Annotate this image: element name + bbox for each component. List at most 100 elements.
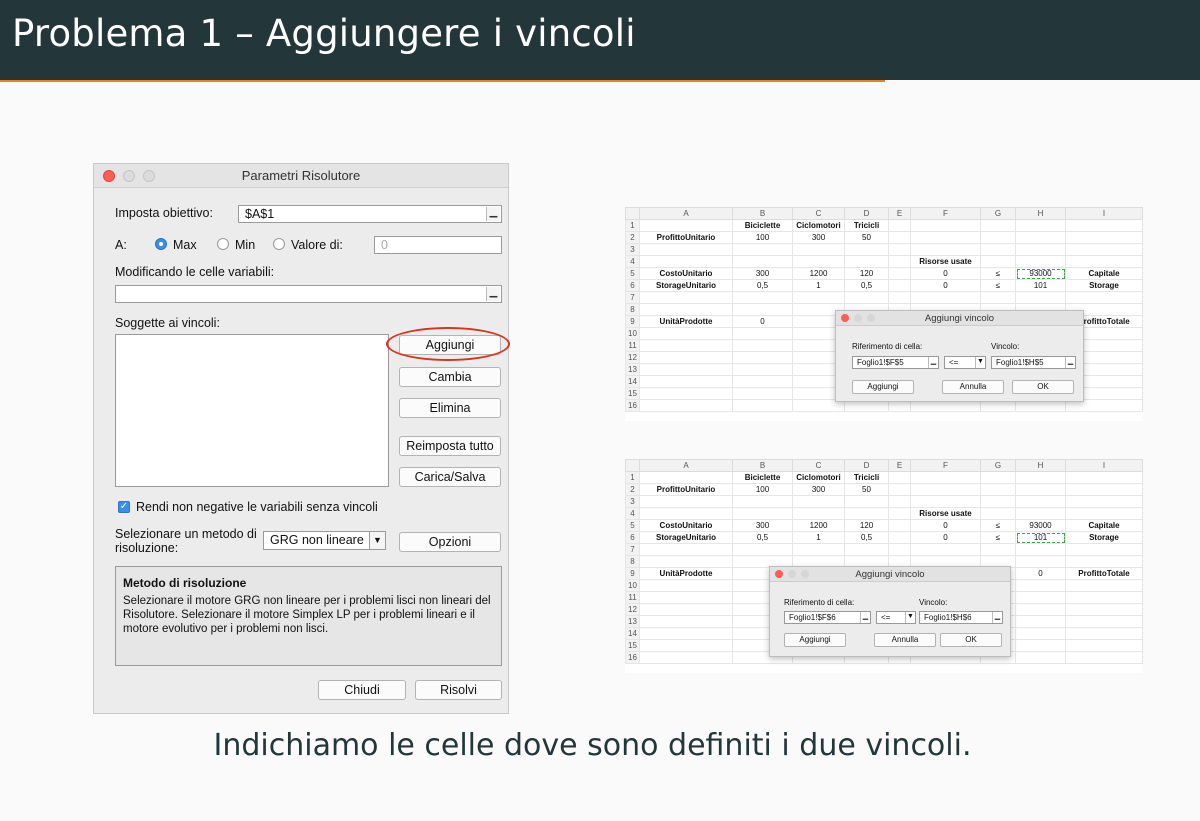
sheet-cell[interactable]: [888, 231, 911, 244]
change-constraint-button[interactable]: Cambia: [399, 367, 501, 387]
sheet-cell[interactable]: [639, 363, 733, 376]
add-button[interactable]: Aggiungi: [784, 633, 846, 647]
sheet-cell[interactable]: [732, 495, 793, 508]
sheet-cell[interactable]: [888, 267, 911, 280]
sheet-cell[interactable]: Biciclette: [732, 219, 793, 232]
sheet-cell[interactable]: CostoUnitario: [639, 519, 733, 532]
operator-select[interactable]: <= ▼: [944, 356, 986, 369]
sheet-cell[interactable]: [1015, 291, 1066, 304]
sheet-cell[interactable]: [1065, 495, 1143, 508]
row-header[interactable]: 7: [625, 543, 640, 556]
sheet-cell[interactable]: [888, 279, 911, 292]
row-header[interactable]: 10: [625, 579, 640, 592]
sheet-cell[interactable]: [639, 639, 733, 652]
options-button[interactable]: Opzioni: [399, 532, 501, 552]
collapse-dialog-icon[interactable]: ▁: [860, 612, 870, 623]
column-header[interactable]: A: [639, 207, 733, 220]
value-of-radio[interactable]: [273, 238, 285, 250]
row-header[interactable]: 2: [625, 483, 640, 496]
sheet-cell[interactable]: [732, 327, 793, 340]
sheet-cell[interactable]: 1200: [792, 519, 845, 532]
row-header[interactable]: 3: [625, 243, 640, 256]
row-header[interactable]: 9: [625, 567, 640, 580]
method-select[interactable]: GRG non lineare ▼: [263, 531, 386, 550]
sheet-cell[interactable]: [639, 351, 733, 364]
sheet-cell[interactable]: [732, 351, 793, 364]
cancel-button[interactable]: Annulla: [874, 633, 936, 647]
row-header[interactable]: 6: [625, 531, 640, 544]
delete-constraint-button[interactable]: Elimina: [399, 398, 501, 418]
sheet-cell[interactable]: [1015, 639, 1066, 652]
sheet-cell[interactable]: Tricicli: [844, 219, 889, 232]
sheet-cell[interactable]: ProfittoTotale: [1065, 567, 1143, 580]
sheet-cell[interactable]: [980, 255, 1016, 268]
sheet-cell[interactable]: [980, 231, 1016, 244]
sheet-cell[interactable]: 0,5: [732, 279, 793, 292]
sheet-cell[interactable]: [1065, 615, 1143, 628]
sheet-cell[interactable]: Tricicli: [844, 471, 889, 484]
sheet-cell[interactable]: [639, 471, 733, 484]
sheet-cell[interactable]: 0: [732, 315, 793, 328]
sheet-cell[interactable]: ≤: [980, 531, 1016, 544]
sheet-cell[interactable]: [1015, 603, 1066, 616]
sheet-cell[interactable]: [732, 399, 793, 412]
sheet-cell[interactable]: [732, 507, 793, 520]
sheet-cell[interactable]: 50: [844, 483, 889, 496]
column-header[interactable]: D: [844, 459, 889, 472]
sheet-cell[interactable]: 300: [792, 483, 845, 496]
sheet-cell[interactable]: 0,5: [844, 531, 889, 544]
sheet-cell[interactable]: [1015, 219, 1066, 232]
sheet-cell[interactable]: [639, 255, 733, 268]
sheet-cell[interactable]: [844, 291, 889, 304]
sheet-cell[interactable]: [888, 219, 911, 232]
column-header[interactable]: A: [639, 459, 733, 472]
sheet-cell[interactable]: 0: [1015, 567, 1066, 580]
sheet-cell[interactable]: [639, 507, 733, 520]
sheet-cell[interactable]: [639, 651, 733, 664]
sheet-cell[interactable]: [792, 255, 845, 268]
sheet-cell[interactable]: 0,5: [732, 531, 793, 544]
sheet-cell[interactable]: ProfittoUnitario: [639, 231, 733, 244]
changing-cells-field[interactable]: ▁: [115, 285, 502, 303]
row-header[interactable]: 12: [625, 603, 640, 616]
sheet-cell[interactable]: [1065, 591, 1143, 604]
sheet-cell[interactable]: [844, 243, 889, 256]
sheet-cell[interactable]: [910, 471, 981, 484]
sheet-cell[interactable]: [792, 543, 845, 556]
row-header[interactable]: 14: [625, 375, 640, 388]
sheet-cell[interactable]: [639, 555, 733, 568]
row-header[interactable]: 16: [625, 399, 640, 412]
sheet-cell[interactable]: [732, 363, 793, 376]
sheet-cell[interactable]: Capitale: [1065, 519, 1143, 532]
ok-button[interactable]: OK: [1012, 380, 1074, 394]
sheet-cell[interactable]: [639, 291, 733, 304]
row-header[interactable]: 1: [625, 219, 640, 232]
sheet-cell[interactable]: [1015, 483, 1066, 496]
sheet-cell[interactable]: [888, 471, 911, 484]
sheet-cell[interactable]: StorageUnitario: [639, 279, 733, 292]
row-header[interactable]: 11: [625, 339, 640, 352]
sheet-cell[interactable]: [792, 507, 845, 520]
column-header[interactable]: [625, 207, 640, 220]
sheet-cell[interactable]: [1065, 231, 1143, 244]
sheet-cell[interactable]: [1065, 543, 1143, 556]
sheet-cell[interactable]: ≤: [980, 279, 1016, 292]
column-header[interactable]: H: [1015, 459, 1066, 472]
sheet-cell[interactable]: [1065, 243, 1143, 256]
sheet-cell[interactable]: [980, 543, 1016, 556]
collapse-dialog-icon[interactable]: ▁: [928, 357, 938, 368]
sheet-cell[interactable]: Risorse usate: [910, 255, 981, 268]
row-header[interactable]: 4: [625, 507, 640, 520]
sheet-cell[interactable]: [1015, 231, 1066, 244]
sheet-cell[interactable]: [1015, 243, 1066, 256]
sheet-cell[interactable]: [888, 519, 911, 532]
sheet-cell[interactable]: [844, 543, 889, 556]
sheet-cell[interactable]: [1065, 579, 1143, 592]
row-header[interactable]: 14: [625, 627, 640, 640]
sheet-cell[interactable]: 100: [732, 231, 793, 244]
row-header[interactable]: 13: [625, 615, 640, 628]
sheet-cell[interactable]: [888, 531, 911, 544]
sheet-cell[interactable]: ≤: [980, 519, 1016, 532]
sheet-cell[interactable]: [844, 507, 889, 520]
sheet-cell[interactable]: 1: [792, 279, 845, 292]
